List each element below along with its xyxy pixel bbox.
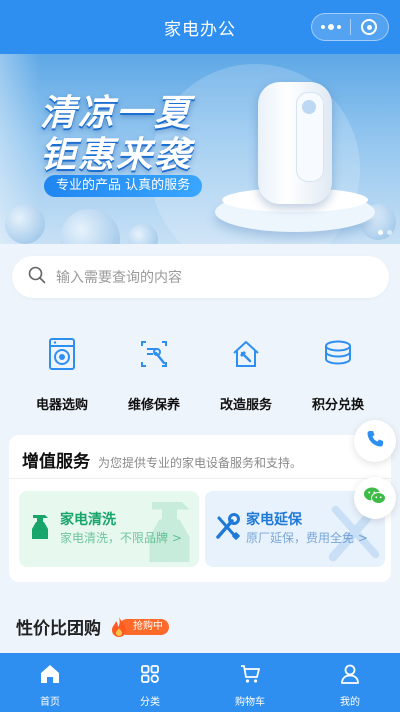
product-image [258,82,332,204]
banner-indicator [378,230,392,235]
decor-sphere [5,204,45,244]
coins-stack-icon [320,336,356,372]
banner-headline-secondary: 钜惠来袭 [40,135,193,176]
category-grid: 电器选购 维修保养 改造服务 积分兑换 [16,336,384,413]
wechat-icon [363,486,387,510]
tab-label: 分类 [140,697,160,708]
card-title: 家电延保 [246,512,302,528]
value-added-section: 增值服务 为您提供专业的家电设备服务和支持。 家电清洗 家电清洗，不限品牌 > … [9,435,391,582]
wechat-contact-button[interactable] [354,477,396,519]
group-buy-header: 性价比团购 抢购中 [16,614,169,639]
flash-sale-badge: 抢购中 [109,616,169,638]
search-icon [28,266,46,288]
category-renovation-service[interactable]: 改造服务 [200,336,292,413]
category-repair-maintenance[interactable]: 维修保养 [108,336,200,413]
search-placeholder: 输入需要查询的内容 [56,270,182,286]
banner-tagline: 专业的产品 认真的服务 [44,175,203,197]
page-title: 家电办公 [164,19,236,40]
appliance-cleaning-card[interactable]: 家电清洗 家电清洗，不限品牌 > [19,491,199,567]
spray-bottle-icon [29,513,53,541]
close-mini-program-button[interactable] [351,14,389,40]
category-label: 维修保养 [127,398,180,413]
tab-label: 我的 [340,697,360,708]
wrench-screwdriver-icon [215,513,240,541]
tab-category[interactable]: 分类 [100,653,200,712]
more-menu-button[interactable] [312,14,350,40]
category-label: 电器选购 [35,398,88,413]
repair-tools-icon [136,336,172,372]
target-icon [361,19,378,35]
flame-icon [112,616,126,637]
phone-icon [365,429,385,453]
more-dots-icon [320,24,341,30]
house-hammer-icon [228,336,264,372]
tab-profile[interactable]: 我的 [300,653,400,712]
tab-cart[interactable]: 购物车 [200,653,300,712]
decor-sphere [60,209,120,244]
section-title: 增值服务 [22,452,90,472]
category-grid-icon [139,663,161,689]
category-label: 积分兑换 [311,398,364,413]
tab-label: 购物车 [235,697,265,708]
mini-program-capsule [311,13,389,41]
category-appliance-shopping[interactable]: 电器选购 [16,336,108,413]
spray-bottle-watermark-icon [149,502,190,562]
card-title: 家电清洗 [60,512,116,528]
bottom-tab-bar: 首页 分类 购物车 我的 [0,653,400,712]
category-points-exchange[interactable]: 积分兑换 [292,336,384,413]
search-input[interactable]: 输入需要查询的内容 [12,256,389,298]
cart-icon [239,663,261,689]
decor-sphere [128,224,158,244]
tab-label: 首页 [40,697,60,708]
tab-home[interactable]: 首页 [0,653,100,712]
phone-call-button[interactable] [354,420,396,462]
home-icon [39,663,61,689]
promo-banner[interactable]: 清凉一夏 钜惠来袭 专业的产品 认真的服务 [0,54,400,244]
washing-machine-icon [44,336,80,372]
section-subtitle: 为您提供专业的家电设备服务和支持。 [98,456,303,470]
category-label: 改造服务 [219,398,272,413]
user-icon [339,663,361,689]
nav-bar: 家电办公 [0,0,400,54]
section-title: 性价比团购 [16,619,101,639]
